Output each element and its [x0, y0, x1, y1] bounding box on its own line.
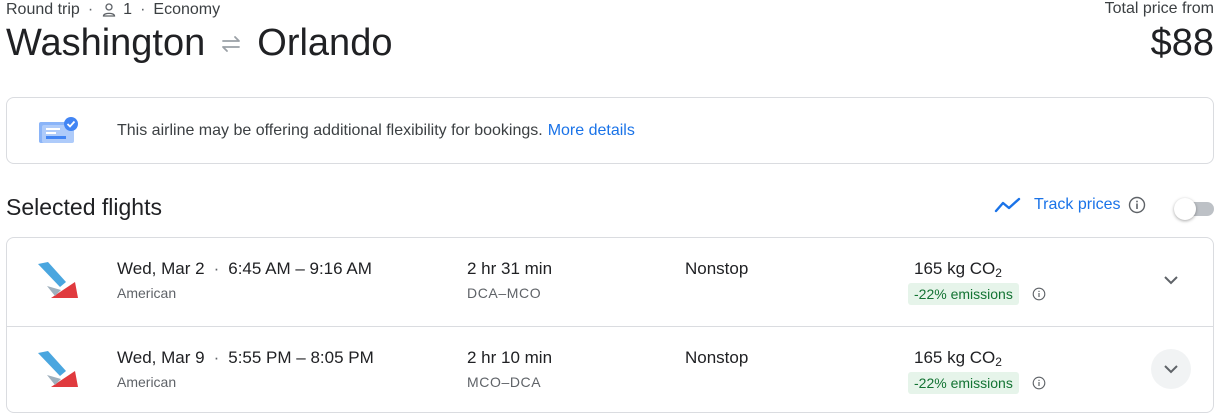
departure-arrival: 6:45 AM – 9:16 AM: [228, 259, 372, 278]
info-icon[interactable]: [1032, 287, 1046, 301]
banner-message: This airline may be offering additional …: [117, 122, 635, 140]
flight-duration: 2 hr 10 min: [467, 348, 553, 367]
flexible-booking-icon: [37, 116, 79, 146]
co2-amount: 165 kg CO2: [914, 348, 1002, 369]
co2-amount: 165 kg CO2: [914, 259, 1002, 280]
chevron-down-icon: [1164, 365, 1178, 374]
origin-city: Washington: [6, 22, 206, 64]
flight-duration: 2 hr 31 min: [467, 259, 553, 278]
flight-row[interactable]: Wed, Mar 9 · 5:55 PM – 8:05 PM American 2 …: [7, 326, 1213, 412]
flight-times: Wed, Mar 9 · 5:55 PM – 8:05 PM: [117, 348, 374, 368]
expand-button[interactable]: [1151, 260, 1191, 300]
flexibility-banner: This airline may be offering additional …: [6, 97, 1214, 164]
expand-button[interactable]: [1151, 349, 1191, 389]
flight-times: Wed, Mar 2 · 6:45 AM – 9:16 AM: [117, 259, 372, 279]
total-price: $88: [1150, 22, 1214, 64]
selected-flights-title: Selected flights: [6, 194, 162, 220]
flight-date: Wed, Mar 2: [117, 259, 205, 278]
track-prices[interactable]: Track prices: [994, 196, 1158, 214]
flight-list: Wed, Mar 2 · 6:45 AM – 9:16 AM American 2 …: [6, 237, 1214, 413]
route-title: Washington Orlando: [6, 22, 392, 65]
separator-dot: ·: [213, 348, 220, 367]
trip-type[interactable]: Round trip: [6, 1, 80, 19]
separator-dot: ·: [87, 1, 94, 18]
stops-info: Nonstop: [685, 348, 749, 367]
airport-codes: MCO–DCA: [467, 374, 542, 390]
american-airlines-logo: [38, 351, 78, 387]
cabin-class[interactable]: Economy: [153, 1, 220, 19]
destination-city: Orlando: [257, 22, 393, 64]
info-icon[interactable]: [1128, 196, 1158, 214]
trending-icon: [994, 197, 1021, 213]
airport-codes: DCA–MCO: [467, 285, 542, 301]
stops-info: Nonstop: [685, 259, 749, 278]
toggle-knob: [1174, 198, 1196, 220]
co2-subscript: 2: [995, 266, 1002, 280]
co2-value: 165 kg CO: [914, 259, 996, 278]
person-icon: [103, 3, 116, 17]
departure-arrival: 5:55 PM – 8:05 PM: [228, 348, 374, 367]
passenger-count[interactable]: 1: [123, 1, 132, 19]
airline-name: American: [117, 285, 177, 301]
more-details-link[interactable]: More details: [548, 122, 635, 139]
track-prices-label[interactable]: Track prices: [1034, 196, 1121, 214]
american-airlines-logo: [38, 262, 78, 298]
separator-dot: ·: [140, 1, 146, 18]
co2-subscript: 2: [995, 355, 1002, 369]
separator-dot: ·: [213, 259, 220, 278]
info-icon[interactable]: [1032, 376, 1046, 390]
banner-text: This airline may be offering additional …: [117, 121, 543, 139]
total-price-label: Total price from: [1104, 0, 1214, 17]
emissions-badge: -22% emissions: [908, 283, 1019, 305]
airline-name: American: [117, 374, 177, 390]
swap-arrows-icon: [219, 34, 243, 54]
chevron-down-icon: [1164, 276, 1178, 285]
track-prices-toggle[interactable]: [1174, 198, 1214, 220]
flight-date: Wed, Mar 9: [117, 348, 205, 367]
trip-options: Round trip · 1 · Economy: [6, 0, 220, 20]
emissions-badge: -22% emissions: [908, 372, 1019, 394]
co2-value: 165 kg CO: [914, 348, 996, 367]
flight-row[interactable]: Wed, Mar 2 · 6:45 AM – 9:16 AM American 2 …: [7, 238, 1213, 326]
